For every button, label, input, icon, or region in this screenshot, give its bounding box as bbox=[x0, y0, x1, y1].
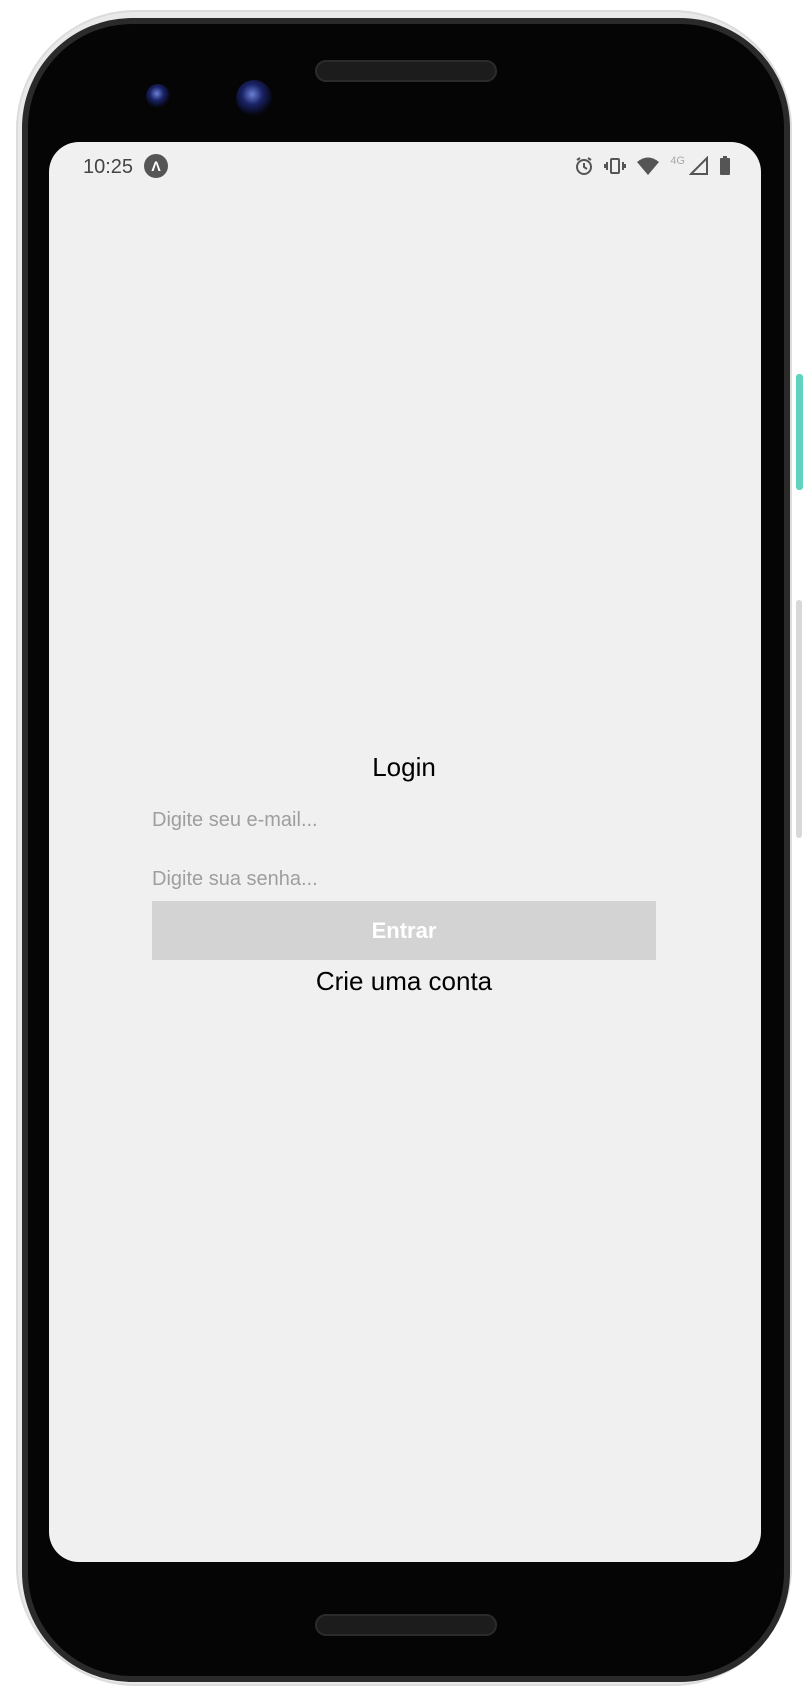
wifi-icon bbox=[636, 156, 660, 176]
front-camera bbox=[236, 80, 272, 116]
expo-app-icon: Λ bbox=[144, 154, 168, 178]
login-button[interactable]: Entrar bbox=[152, 901, 656, 960]
vibrate-icon bbox=[604, 156, 627, 176]
front-sensor bbox=[146, 84, 170, 108]
status-icons: 4G bbox=[574, 152, 731, 180]
status-bar: 10:25 Λ 4G bbox=[49, 142, 761, 190]
email-field[interactable] bbox=[152, 800, 656, 840]
page-title: Login bbox=[372, 752, 436, 782]
status-time: 10:25 bbox=[83, 156, 134, 178]
create-account-link[interactable]: Crie uma conta bbox=[152, 966, 656, 997]
password-field[interactable] bbox=[152, 859, 656, 899]
volume-button bbox=[796, 600, 802, 838]
alarm-icon bbox=[574, 156, 594, 176]
power-button bbox=[796, 374, 803, 490]
signal-icon bbox=[689, 156, 709, 176]
earpiece-speaker bbox=[315, 60, 497, 82]
bottom-speaker bbox=[315, 1614, 497, 1636]
network-type-label: 4G bbox=[670, 155, 685, 167]
battery-icon bbox=[719, 156, 731, 176]
app-screen: 10:25 Λ 4G Login Digite seu e-mail... En… bbox=[49, 142, 761, 1562]
